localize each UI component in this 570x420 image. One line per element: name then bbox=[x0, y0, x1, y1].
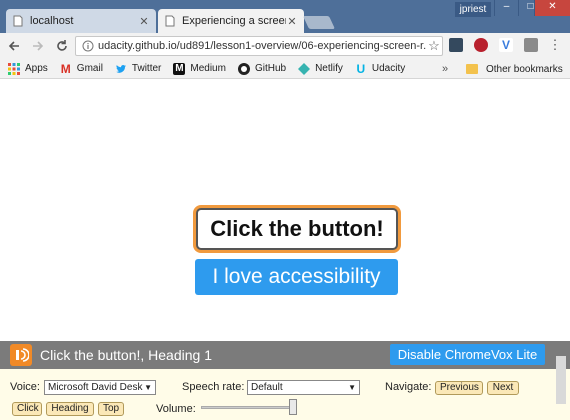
tab-experiencing-screen-reader[interactable]: Experiencing a screen rea ✕ bbox=[158, 9, 304, 33]
dropdown-arrow-icon: ▼ bbox=[348, 383, 356, 392]
extension-dark-icon[interactable] bbox=[449, 38, 463, 52]
chromevox-controls: Voice: Microsoft David Desk ▼ Speech rat… bbox=[0, 369, 570, 420]
chromevox-status-text: Click the button!, Heading 1 bbox=[40, 347, 212, 363]
click-button[interactable]: Click bbox=[12, 402, 42, 416]
back-arrow-icon[interactable] bbox=[4, 36, 24, 56]
previous-button[interactable]: Previous bbox=[435, 381, 483, 395]
github-icon bbox=[237, 62, 250, 75]
folder-icon bbox=[466, 64, 478, 74]
url-text: udacity.github.io/ud891/lesson1-overview… bbox=[98, 40, 426, 52]
speech-rate-select-value: Default bbox=[251, 382, 283, 393]
volume-label: Volume: bbox=[156, 403, 196, 415]
udacity-icon: U bbox=[356, 61, 366, 76]
top-button[interactable]: Top bbox=[98, 402, 124, 416]
bookmark-label: Apps bbox=[25, 63, 48, 74]
voice-label: Voice: bbox=[10, 381, 40, 393]
info-icon[interactable] bbox=[82, 40, 94, 52]
bookmark-twitter[interactable]: Twitter bbox=[115, 63, 161, 75]
tab-label: localhost bbox=[30, 15, 74, 27]
netlify-icon bbox=[298, 62, 311, 75]
bookmark-apps[interactable]: Apps bbox=[8, 62, 48, 75]
bookmark-label: Udacity bbox=[371, 63, 406, 74]
bookmarks-overflow-chevron-icon[interactable]: » bbox=[442, 59, 448, 79]
forward-arrow-icon[interactable] bbox=[28, 36, 48, 56]
gmail-icon: M bbox=[60, 61, 71, 76]
profile-button[interactable]: jpriest bbox=[455, 2, 491, 17]
chromevox-logo-icon bbox=[10, 344, 32, 366]
bookmark-label: Gmail bbox=[76, 63, 103, 74]
extension-grey-icon[interactable] bbox=[524, 38, 538, 52]
volume-slider-track[interactable] bbox=[201, 406, 297, 409]
menu-kebab-icon[interactable]: ⋮ bbox=[548, 38, 562, 52]
click-the-button[interactable]: Click the button! bbox=[196, 208, 398, 250]
document-icon bbox=[12, 15, 24, 27]
bookmarks-bar: Apps M Gmail Twitter M Medium GitHub Net… bbox=[0, 59, 570, 79]
ublock-icon[interactable] bbox=[474, 38, 488, 52]
bookmark-label: GitHub bbox=[254, 63, 287, 74]
chromevox-header: Click the button!, Heading 1 Disable Chr… bbox=[0, 341, 570, 369]
chromevox-scrollbar[interactable] bbox=[556, 356, 566, 404]
other-bookmarks-folder[interactable]: Other bookmarks bbox=[466, 59, 563, 79]
apps-icon bbox=[8, 62, 20, 75]
vue-devtools-icon[interactable]: V bbox=[499, 38, 513, 52]
bookmark-github[interactable]: GitHub bbox=[237, 62, 287, 75]
bookmark-label: Medium bbox=[190, 63, 226, 74]
i-love-accessibility-button[interactable]: I love accessibility bbox=[195, 259, 398, 295]
browser-titlebar: localhost ✕ Experiencing a screen rea ✕ … bbox=[0, 0, 570, 33]
bookmark-udacity[interactable]: U Udacity bbox=[355, 61, 406, 76]
next-button[interactable]: Next bbox=[487, 381, 519, 395]
speech-rate-label: Speech rate: bbox=[182, 381, 245, 393]
reload-icon[interactable] bbox=[52, 36, 72, 56]
tab-close-icon[interactable]: ✕ bbox=[138, 15, 150, 28]
new-tab-button[interactable] bbox=[302, 16, 336, 29]
bookmark-label: Netlify bbox=[315, 63, 343, 74]
address-bar[interactable]: udacity.github.io/ud891/lesson1-overview… bbox=[75, 36, 443, 56]
heading-button[interactable]: Heading bbox=[46, 402, 94, 416]
page-viewport: Click the button! I love accessibility bbox=[0, 80, 570, 341]
bookmark-label: Twitter bbox=[131, 63, 162, 74]
bookmark-gmail[interactable]: M Gmail bbox=[60, 61, 103, 76]
voice-select[interactable]: Microsoft David Desk ▼ bbox=[44, 380, 156, 395]
voice-select-value: Microsoft David Desk bbox=[48, 382, 143, 393]
bookmark-netlify[interactable]: Netlify bbox=[298, 62, 343, 75]
minimize-button[interactable]: – bbox=[494, 0, 518, 16]
dropdown-arrow-icon: ▼ bbox=[144, 383, 152, 392]
other-bookmarks-label: Other bookmarks bbox=[486, 63, 563, 75]
bookmark-medium[interactable]: M Medium bbox=[173, 62, 226, 75]
tab-localhost[interactable]: localhost ✕ bbox=[6, 9, 156, 33]
close-window-button[interactable]: ✕ bbox=[534, 0, 570, 16]
speech-rate-select[interactable]: Default ▼ bbox=[247, 380, 360, 395]
twitter-icon bbox=[115, 63, 127, 75]
volume-slider-thumb[interactable] bbox=[289, 399, 297, 415]
tab-close-icon[interactable]: ✕ bbox=[286, 15, 298, 28]
document-icon bbox=[164, 15, 176, 27]
disable-chromevox-button[interactable]: Disable ChromeVox Lite bbox=[390, 344, 545, 365]
bookmark-star-icon[interactable]: ☆ bbox=[426, 38, 442, 54]
medium-icon: M bbox=[173, 62, 186, 75]
navigate-label: Navigate: bbox=[385, 381, 432, 393]
tab-label: Experiencing a screen rea bbox=[182, 15, 286, 27]
